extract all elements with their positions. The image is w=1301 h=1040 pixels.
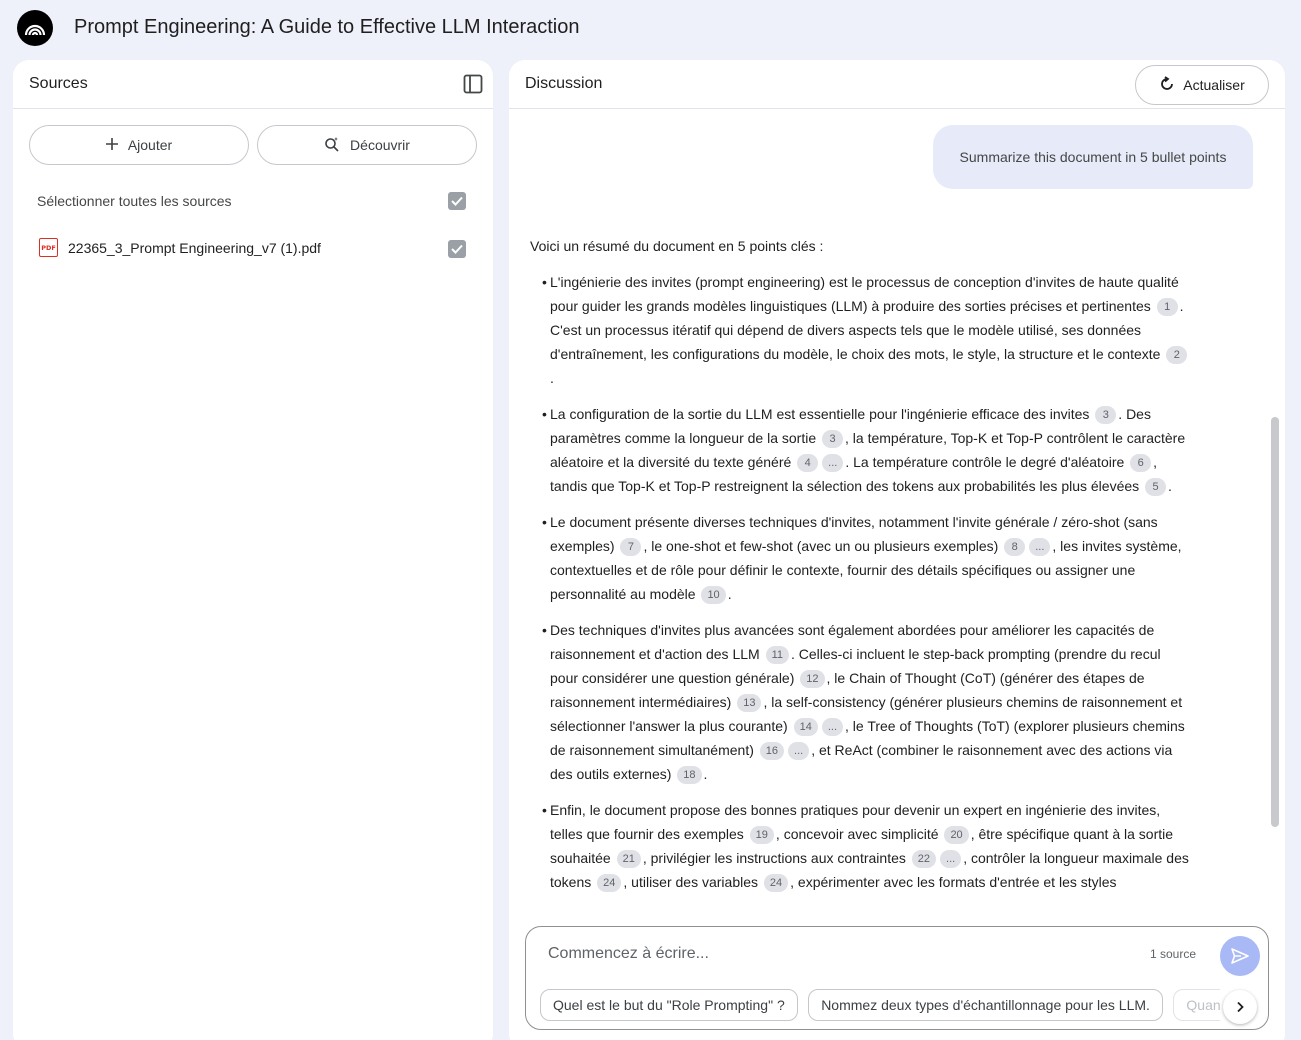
discover-label: Découvrir <box>350 137 410 153</box>
sources-panel: Sources Ajouter Découvrir Sélectionner t… <box>13 60 493 1040</box>
answer-text: La configuration de la sortie du LLM est… <box>550 406 1094 422</box>
citation-chip[interactable]: 18 <box>677 766 702 784</box>
refresh-label: Actualiser <box>1183 77 1245 93</box>
suggestion-chip[interactable]: Quan <box>1173 989 1220 1021</box>
citation-chip[interactable]: 13 <box>737 694 762 712</box>
plus-icon <box>105 137 118 153</box>
pdf-file-icon: PDF <box>39 238 58 257</box>
answer-bullet-list: L'ingénierie des invites (prompt enginee… <box>530 270 1190 894</box>
citation-chip[interactable]: 6 <box>1130 454 1152 472</box>
answer-text: , le one-shot et few-shot (avec un ou pl… <box>643 538 1003 554</box>
citation-chip[interactable]: ... <box>822 454 844 472</box>
discussion-title: Discussion <box>525 75 603 92</box>
discussion-panel: Discussion Actualiser Summarize this doc… <box>509 60 1285 1040</box>
message-input[interactable] <box>548 945 1108 963</box>
select-all-checkbox[interactable] <box>448 192 466 210</box>
message-composer: 1 source Quel est le but du "Role Prompt… <box>525 926 1269 1030</box>
app-logo-icon[interactable] <box>17 10 53 46</box>
citation-chip[interactable]: ... <box>821 718 843 736</box>
citation-chip[interactable]: 24 <box>597 874 622 892</box>
source-item-checkbox[interactable] <box>448 240 466 258</box>
answer-text: , expérimenter avec les formats d'entrée… <box>790 874 1117 890</box>
next-suggestions-button[interactable] <box>1223 990 1257 1024</box>
answer-text: , privilégier les instructions aux contr… <box>642 850 910 866</box>
search-sparkle-icon <box>324 136 340 155</box>
citation-chip[interactable]: 3 <box>1095 406 1117 424</box>
user-message: Summarize this document in 5 bullet poin… <box>933 125 1253 189</box>
assistant-answer: Voici un résumé du document en 5 points … <box>530 234 1190 906</box>
citation-chip[interactable]: 1 <box>1156 298 1178 316</box>
citation-chip[interactable]: 4 <box>797 454 819 472</box>
answer-text: . <box>550 370 554 386</box>
source-count: 1 source <box>1150 947 1197 961</box>
answer-text: L'ingénierie des invites (prompt enginee… <box>550 274 1179 314</box>
citation-chip[interactable]: 5 <box>1145 478 1167 496</box>
citation-chip[interactable]: ... <box>1029 538 1051 556</box>
select-all-label: Sélectionner toutes les sources <box>37 193 232 209</box>
citation-chip[interactable]: 7 <box>620 538 642 556</box>
citation-chip[interactable]: ... <box>940 850 962 868</box>
add-source-button[interactable]: Ajouter <box>29 125 249 165</box>
answer-bullet: La configuration de la sortie du LLM est… <box>530 402 1190 498</box>
answer-text: . <box>703 766 708 782</box>
answer-bullet: Des techniques d'invites plus avancées s… <box>530 618 1190 786</box>
chat-scroll-area[interactable]: Summarize this document in 5 bullet poin… <box>509 109 1285 929</box>
refresh-button[interactable]: Actualiser <box>1135 65 1269 105</box>
citation-chip[interactable]: 8 <box>1004 538 1026 556</box>
answer-text: . <box>1168 478 1172 494</box>
suggestion-chip[interactable]: Nommez deux types d'échantillonnage pour… <box>808 989 1163 1021</box>
citation-chip[interactable]: 12 <box>800 670 825 688</box>
top-bar: Prompt Engineering: A Guide to Effective… <box>0 0 1301 56</box>
refresh-icon <box>1159 75 1175 95</box>
source-item[interactable]: PDF 22365_3_Prompt Engineering_v7 (1).pd… <box>39 238 321 257</box>
answer-text: , utiliser des variables <box>623 874 762 890</box>
answer-text: , concevoir avec simplicité <box>775 826 943 842</box>
notebook-title[interactable]: Prompt Engineering: A Guide to Effective… <box>74 16 579 39</box>
citation-chip[interactable]: 16 <box>759 742 785 760</box>
citation-chip[interactable]: 20 <box>944 826 969 844</box>
citation-chip[interactable]: 11 <box>765 646 789 664</box>
sources-title: Sources <box>29 75 88 92</box>
answer-intro: Voici un résumé du document en 5 points … <box>530 238 824 254</box>
send-button[interactable] <box>1220 936 1260 976</box>
answer-bullet: Enfin, le document propose des bonnes pr… <box>530 798 1190 894</box>
citation-chip[interactable]: 22 <box>911 850 937 868</box>
discover-sources-button[interactable]: Découvrir <box>257 125 477 165</box>
suggestion-chip[interactable]: Quel est le but du "Role Prompting" ? <box>540 989 798 1021</box>
sources-header: Sources <box>13 60 493 109</box>
answer-text: . <box>727 586 732 602</box>
citation-chip[interactable]: ... <box>788 742 810 760</box>
discussion-header: Discussion Actualiser <box>509 60 1285 109</box>
source-item-name: 22365_3_Prompt Engineering_v7 (1).pdf <box>68 239 321 256</box>
answer-bullet: Le document présente diverses techniques… <box>530 510 1190 606</box>
citation-chip[interactable]: 2 <box>1166 346 1188 364</box>
citation-chip[interactable]: 19 <box>749 826 774 844</box>
send-icon <box>1231 948 1249 964</box>
add-source-label: Ajouter <box>127 137 173 153</box>
answer-text: . La température contrôle le degré d'alé… <box>845 454 1129 470</box>
chat-scrollbar[interactable] <box>1271 417 1279 827</box>
answer-bullet: L'ingénierie des invites (prompt enginee… <box>530 270 1190 390</box>
citation-chip[interactable]: 24 <box>763 874 789 892</box>
chevron-right-icon <box>1237 1001 1244 1013</box>
suggestion-chips: Quel est le but du "Role Prompting" ? No… <box>540 989 1220 1023</box>
collapse-panel-icon[interactable] <box>463 74 483 94</box>
citation-chip[interactable]: 3 <box>822 430 844 448</box>
citation-chip[interactable]: 10 <box>701 586 726 604</box>
citation-chip[interactable]: 14 <box>793 718 818 736</box>
citation-chip[interactable]: 21 <box>616 850 641 868</box>
